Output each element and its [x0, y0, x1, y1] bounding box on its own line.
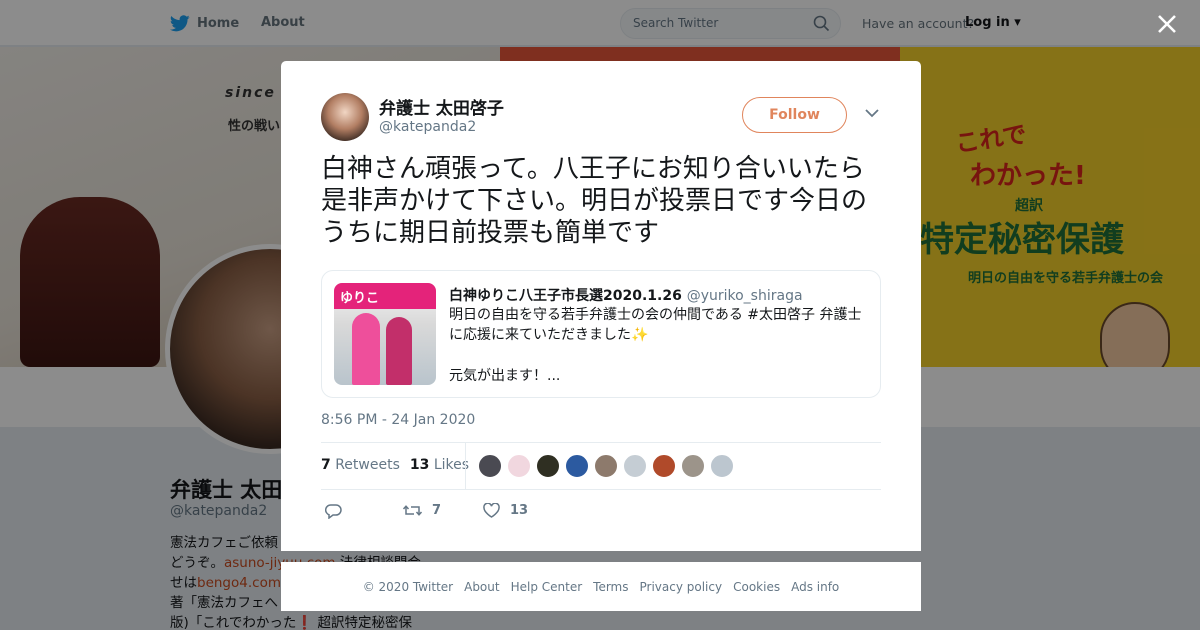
tweet-text: 白神さん頑張って。八王子にお知り合いいたら是非声かけて下さい。明日が投票日です今… — [321, 154, 868, 248]
photo-person — [352, 313, 380, 385]
footer-cookies-link[interactable]: Cookies — [733, 580, 780, 594]
quoted-tweet-more: 元気が出ます！... — [449, 368, 561, 384]
tweet-stats: 7 Retweets 13 Likes — [321, 457, 469, 473]
tweet-timestamp[interactable]: 8:56 PM - 24 Jan 2020 — [321, 412, 475, 428]
retweets-stat[interactable]: 7 Retweets — [321, 457, 400, 473]
likes-stat[interactable]: 13 Likes — [410, 457, 469, 473]
liker-avatar[interactable] — [710, 454, 734, 478]
liker-avatar[interactable] — [594, 454, 618, 478]
tweet-actions: 7 13 — [321, 503, 881, 527]
footer-copyright: © 2020 Twitter — [362, 579, 454, 594]
liker-avatar[interactable] — [652, 454, 676, 478]
modal-footer: © 2020 Twitter About Help Center Terms P… — [281, 562, 921, 611]
quoted-tweet-text: 明日の自由を守る若手弁護士の会の仲間である #太田啓子 弁護士に応援に来ていただ… — [449, 307, 862, 343]
quoted-tweet-image[interactable]: ゆりこ — [334, 283, 436, 385]
reply-icon — [325, 504, 342, 519]
quoted-author-name: 白神ゆりこ八王子市長選2020.1.26 — [449, 288, 682, 304]
quoted-author: 白神ゆりこ八王子市長選2020.1.26 @yuriko_shiraga — [449, 285, 803, 305]
divider — [321, 489, 881, 490]
footer-about-link[interactable]: About — [464, 580, 499, 594]
close-icon[interactable] — [1155, 12, 1179, 36]
footer-terms-link[interactable]: Terms — [593, 580, 628, 594]
tweet-author-handle[interactable]: @katepanda2 — [379, 119, 476, 135]
footer-ads-link[interactable]: Ads info — [791, 580, 839, 594]
quoted-tweet[interactable]: ゆりこ 白神ゆりこ八王子市長選2020.1.26 @yuriko_shiraga… — [321, 270, 881, 398]
like-button[interactable]: 13 — [483, 503, 528, 518]
liker-avatar[interactable] — [623, 454, 647, 478]
follow-button[interactable]: Follow — [742, 97, 847, 133]
tweet-modal: 弁護士 太田啓子 @katepanda2 Follow 白神さん頑張って。八王子… — [281, 61, 921, 551]
liker-avatar[interactable] — [536, 454, 560, 478]
footer-help-link[interactable]: Help Center — [511, 580, 583, 594]
likers-avatars — [478, 454, 734, 478]
liker-avatar[interactable] — [507, 454, 531, 478]
retweet-count: 7 — [432, 503, 442, 518]
heart-icon — [483, 503, 500, 518]
quoted-author-handle: @yuriko_shiraga — [686, 288, 803, 304]
campaign-sign: ゆりこ — [334, 283, 436, 309]
reply-button[interactable] — [325, 503, 352, 519]
liker-avatar[interactable] — [478, 454, 502, 478]
tweet-author-name[interactable]: 弁護士 太田啓子 — [379, 94, 504, 119]
tweet-author-avatar[interactable] — [321, 93, 369, 141]
divider — [321, 442, 881, 443]
liker-avatar[interactable] — [565, 454, 589, 478]
retweet-icon — [403, 505, 422, 516]
footer-privacy-link[interactable]: Privacy policy — [640, 580, 723, 594]
retweet-button[interactable]: 7 — [403, 503, 441, 518]
like-count: 13 — [510, 503, 529, 518]
divider — [465, 443, 466, 489]
sparkle-icon: ✨ — [631, 327, 649, 343]
photo-person — [386, 317, 412, 385]
liker-avatar[interactable] — [681, 454, 705, 478]
chevron-down-icon[interactable] — [865, 108, 879, 118]
